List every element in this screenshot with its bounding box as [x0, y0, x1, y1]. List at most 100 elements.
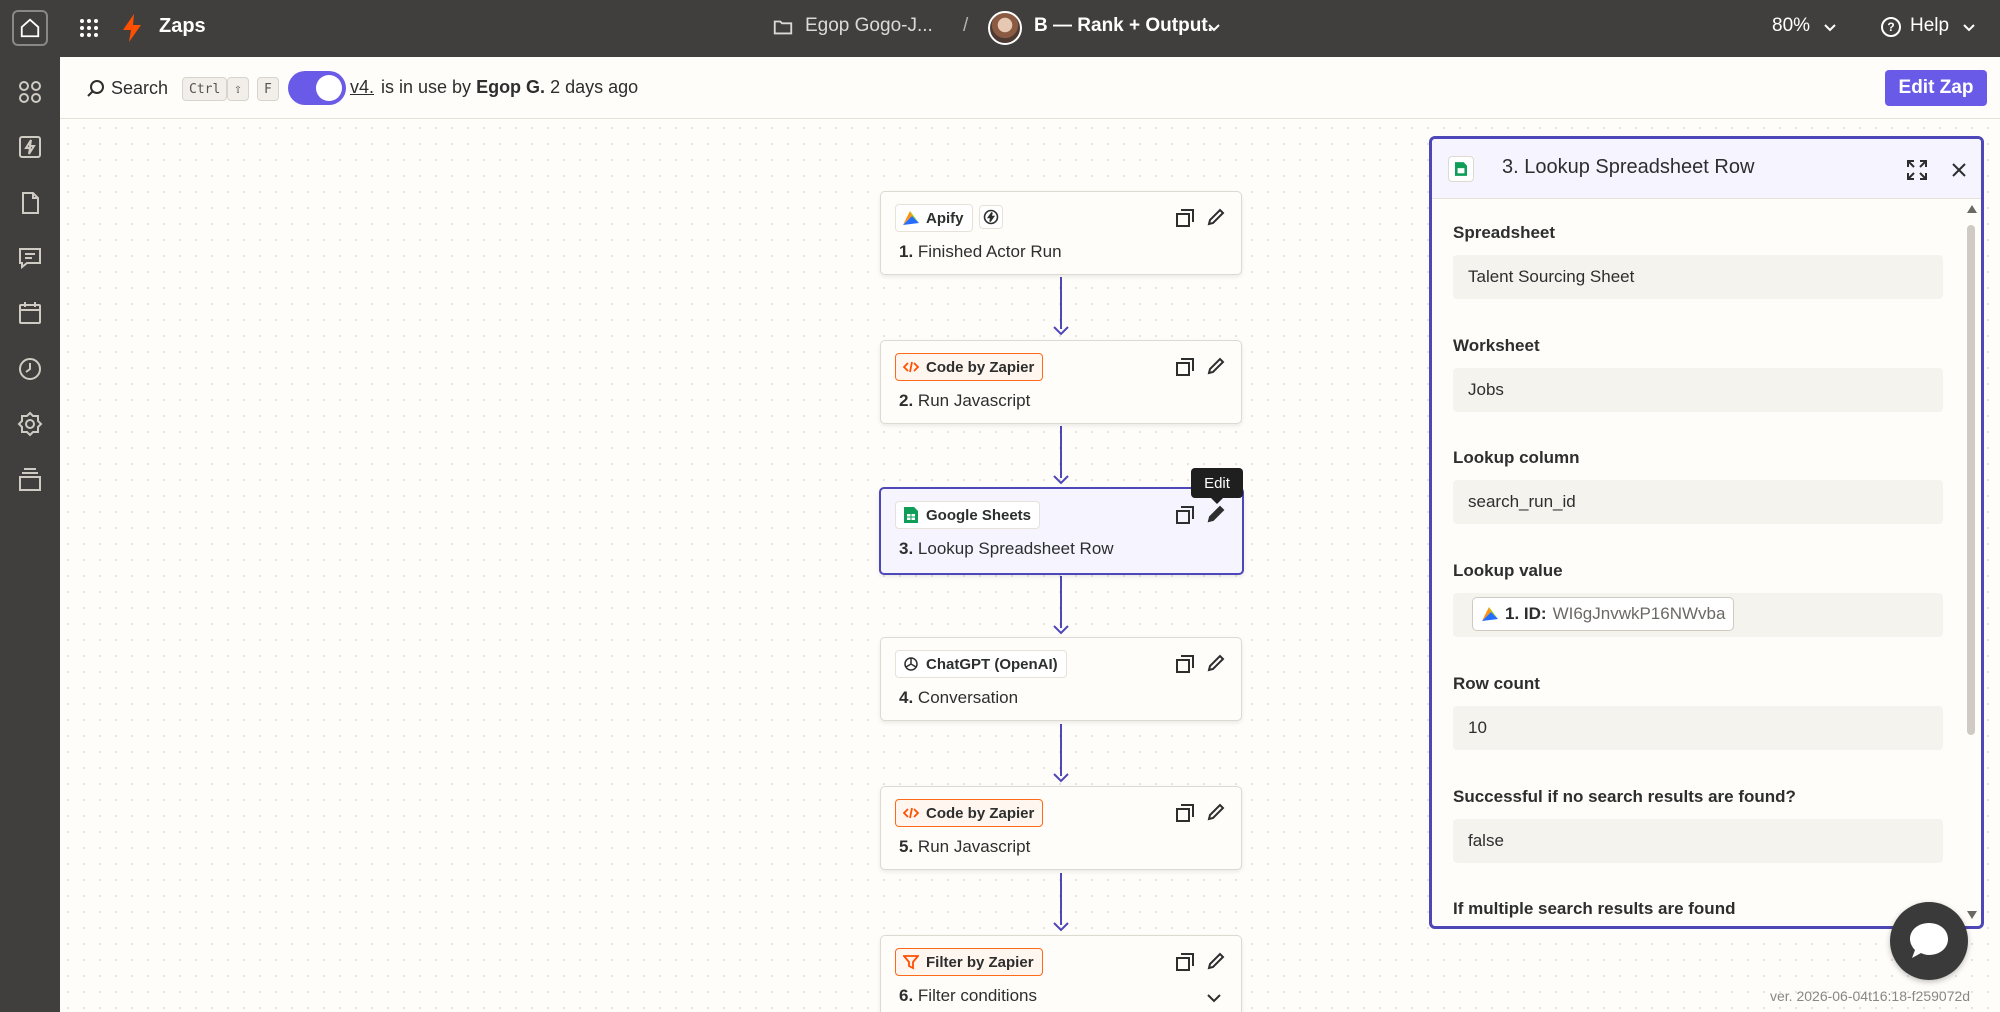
version-link[interactable]: v4. [350, 77, 374, 98]
panel-header: 3. Lookup Spreadsheet Row [1432, 139, 1981, 199]
chat-icon[interactable] [17, 245, 43, 271]
close-icon[interactable] [1950, 161, 1968, 179]
search-button[interactable]: Search [111, 78, 168, 99]
step-connector [1060, 576, 1062, 628]
home-button[interactable] [12, 10, 48, 46]
chevron-down-icon[interactable] [1823, 20, 1837, 34]
step-connector [1060, 873, 1062, 925]
mapped-field-label: 1. ID: [1505, 604, 1547, 623]
edit-tooltip: Edit [1191, 468, 1243, 504]
step-app-badge: Google Sheets [895, 501, 1041, 529]
breadcrumb-folder[interactable]: Egop Gogo-J... [805, 15, 933, 37]
step-app-name: Code by Zapier [926, 358, 1035, 376]
top-bar: Zaps Egop Gogo-J... / B — Rank + Output.… [0, 0, 2000, 57]
apify-logo-icon [1482, 607, 1498, 621]
help-icon: ? [1881, 17, 1901, 37]
step-title: 3. Lookup Spreadsheet Row [899, 539, 1114, 559]
arrow-down-icon [1053, 922, 1069, 932]
pencil-icon[interactable] [1206, 802, 1226, 822]
chevron-down-icon[interactable] [1204, 988, 1224, 1008]
scrollbar-thumb[interactable] [1967, 225, 1975, 735]
field-label-spreadsheet: Spreadsheet [1453, 223, 1556, 242]
toggle-knob [316, 75, 342, 101]
edit-zap-button[interactable]: Edit Zap [1885, 70, 1987, 106]
step-card-1[interactable]: Apify 1. Finished Actor Run [880, 191, 1242, 275]
pencil-icon[interactable] [1206, 207, 1226, 227]
shortcut-key-ctrl: Ctrl [182, 77, 228, 101]
step-action: Lookup Spreadsheet Row [917, 539, 1114, 558]
copy-icon[interactable] [1175, 357, 1195, 377]
step-card-4[interactable]: ChatGPT (OpenAI) 4. Conversation [880, 637, 1242, 721]
help-menu[interactable]: Help [1910, 15, 1949, 37]
step-action: Finished Actor Run [917, 242, 1062, 261]
copy-icon[interactable] [1175, 654, 1195, 674]
zoom-level[interactable]: 80% [1772, 15, 1810, 37]
document-icon[interactable] [17, 190, 43, 216]
worksheet-field[interactable]: Jobs [1453, 368, 1943, 412]
copy-icon[interactable] [1175, 505, 1195, 525]
pencil-icon[interactable] [1206, 356, 1226, 376]
step-details-panel: 3. Lookup Spreadsheet Row Spreadsheet Ta… [1429, 136, 1984, 929]
chevron-down-icon[interactable] [1207, 20, 1221, 34]
app-title[interactable]: Zaps [159, 15, 206, 38]
copy-icon[interactable] [1175, 803, 1195, 823]
step-number: 1. [899, 242, 914, 261]
step-app-badge: Code by Zapier [895, 799, 1044, 827]
zapier-bolt-icon [123, 14, 141, 42]
step-title: 1. Finished Actor Run [899, 242, 1062, 262]
breadcrumb-separator: / [963, 15, 969, 36]
arrow-down-icon [1053, 326, 1069, 336]
settings-icon[interactable] [17, 411, 43, 437]
step-action: Run Javascript [917, 837, 1031, 856]
step-card-2[interactable]: Code by Zapier 2. Run Javascript [880, 340, 1242, 424]
pencil-icon[interactable] [1206, 504, 1226, 524]
app-grid-button[interactable] [76, 15, 102, 41]
instant-trigger-icon [979, 205, 1003, 229]
field-label-lookup-value: Lookup value [1453, 561, 1563, 580]
history-icon[interactable] [17, 356, 43, 382]
scroll-up-icon[interactable] [1967, 205, 1977, 213]
spreadsheet-field[interactable]: Talent Sourcing Sheet [1453, 255, 1943, 299]
copy-icon[interactable] [1175, 952, 1195, 972]
scroll-down-icon[interactable] [1967, 911, 1977, 919]
code-icon [902, 804, 920, 822]
zap-icon[interactable] [17, 134, 43, 160]
apps-icon[interactable] [17, 79, 43, 105]
usage-prefix: is in use by [381, 77, 472, 97]
step-card-5[interactable]: Code by Zapier 5. Run Javascript [880, 786, 1242, 870]
mapped-field-pill[interactable]: 1. ID: WI6gJnvwkP16NWvba [1472, 597, 1735, 631]
step-title: 2. Run Javascript [899, 391, 1030, 411]
step-app-name: ChatGPT (OpenAI) [926, 655, 1058, 673]
zap-on-toggle[interactable] [288, 71, 346, 105]
lookup-column-field[interactable]: search_run_id [1453, 480, 1943, 524]
calendar-icon[interactable] [17, 300, 43, 326]
usage-user: Egop G. [476, 77, 546, 97]
expand-icon[interactable] [1906, 159, 1928, 181]
chat-support-button[interactable] [1890, 902, 1968, 980]
step-card-6[interactable]: Filter by Zapier 6. Filter conditions [880, 935, 1242, 1012]
copy-icon[interactable] [1175, 208, 1195, 228]
pencil-icon[interactable] [1206, 653, 1226, 673]
step-app-name: Filter by Zapier [926, 953, 1034, 971]
folder-icon [773, 20, 793, 35]
field-label-worksheet: Worksheet [1453, 336, 1540, 355]
layers-icon[interactable] [17, 467, 43, 493]
row-count-field[interactable]: 10 [1453, 706, 1943, 750]
chat-bubble-icon [1910, 923, 1948, 958]
google-sheets-icon [902, 506, 920, 524]
grid-icon [80, 19, 98, 37]
lookup-value-field[interactable]: 1. ID: WI6gJnvwkP16NWvba [1453, 593, 1943, 637]
step-number: 5. [899, 837, 914, 856]
google-sheets-icon [1448, 156, 1474, 182]
chevron-down-icon[interactable] [1962, 20, 1976, 34]
step-title: 5. Run Javascript [899, 837, 1030, 857]
home-icon [20, 18, 40, 38]
no-results-field[interactable]: false [1453, 819, 1943, 863]
zap-name[interactable]: B — Rank + Output. [1034, 15, 1213, 37]
apify-logo-icon [902, 209, 920, 227]
step-app-badge: Apify [895, 204, 973, 232]
search-icon[interactable] [86, 79, 106, 99]
step-card-3[interactable]: Google Sheets 3. Lookup Spreadsheet Row [879, 487, 1244, 575]
pencil-icon[interactable] [1206, 951, 1226, 971]
step-action: Filter conditions [917, 986, 1037, 1005]
